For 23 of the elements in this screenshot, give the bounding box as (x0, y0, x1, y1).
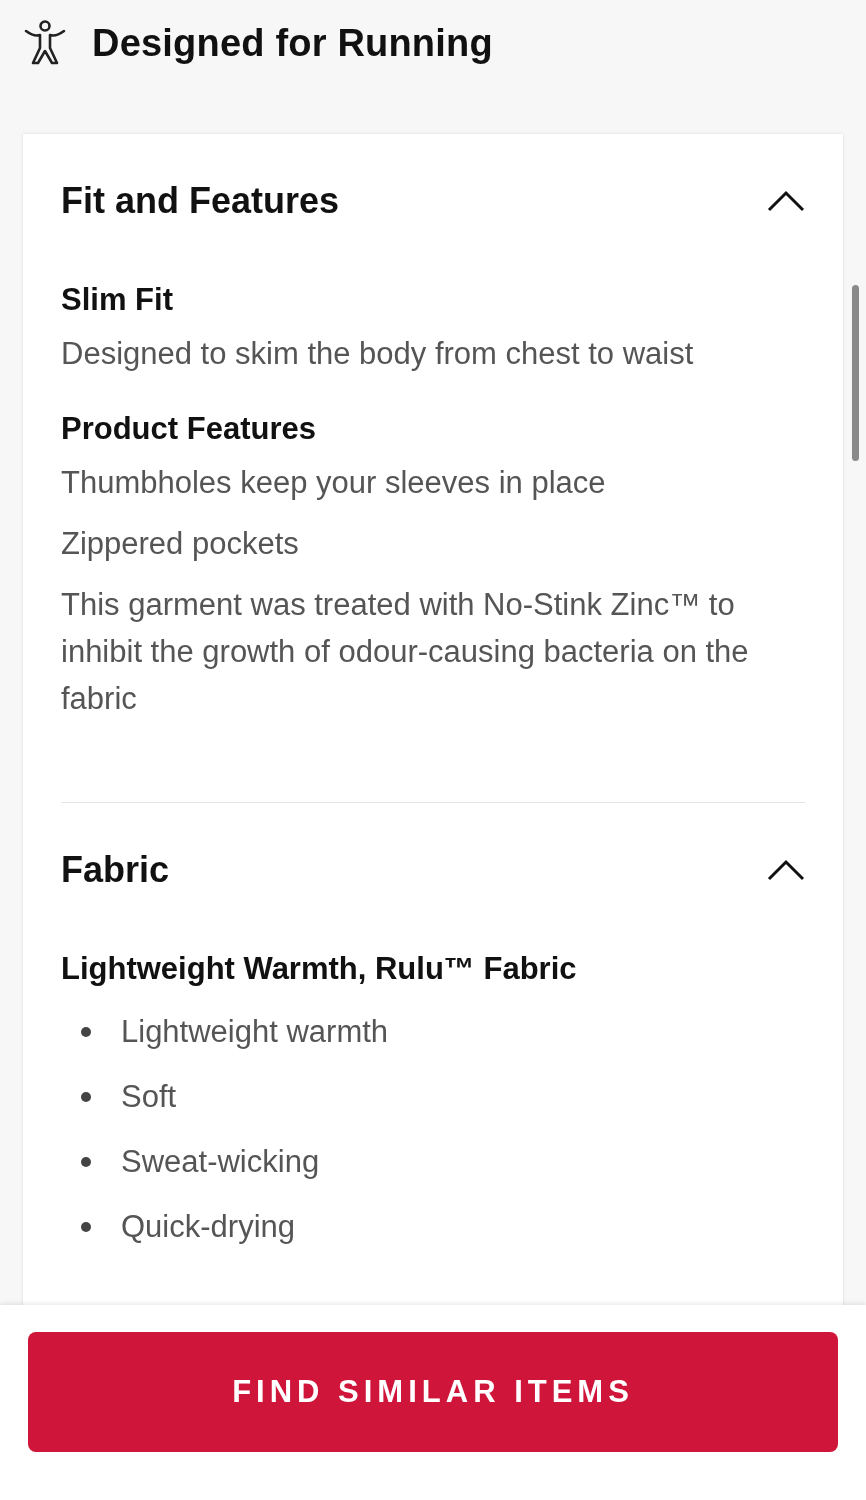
bullet-icon (81, 1026, 91, 1037)
find-similar-button[interactable]: FIND SIMILAR ITEMS (28, 1332, 838, 1452)
bullet-text: Lightweight warmth (121, 1013, 389, 1050)
group-heading: Product Features (61, 410, 317, 447)
description-text: Designed to skim the body from chest to waist (61, 335, 695, 373)
caret-icon[interactable] (767, 190, 805, 212)
description-text: This garment was treated with No-Stink Zinc™ to inhibit the growth of odour-causing bacteria on the fabric (61, 586, 750, 718)
bullet-icon (81, 1221, 91, 1232)
caret-icon[interactable] (767, 859, 805, 881)
description-text: Zippered pockets (61, 525, 300, 563)
group-heading: Slim Fit (61, 281, 174, 318)
bullet-icon (81, 1156, 91, 1167)
group-heading: Lightweight Warmth, Rulu™ Fabric (61, 950, 578, 987)
bullet-icon (81, 1091, 91, 1102)
bullet-text: Soft (121, 1078, 177, 1115)
scrollbar[interactable] (852, 285, 859, 461)
bullet-text: Quick-drying (121, 1208, 295, 1245)
page-title: Designed for Running (92, 21, 493, 65)
bullet-text: Sweat-wicking (121, 1143, 320, 1180)
description-text: Thumbholes keep your sleeves in place (61, 464, 607, 502)
section-title[interactable]: Fabric (61, 849, 170, 891)
runner-figure-icon (24, 20, 66, 66)
section-title[interactable]: Fit and Features (61, 180, 340, 222)
